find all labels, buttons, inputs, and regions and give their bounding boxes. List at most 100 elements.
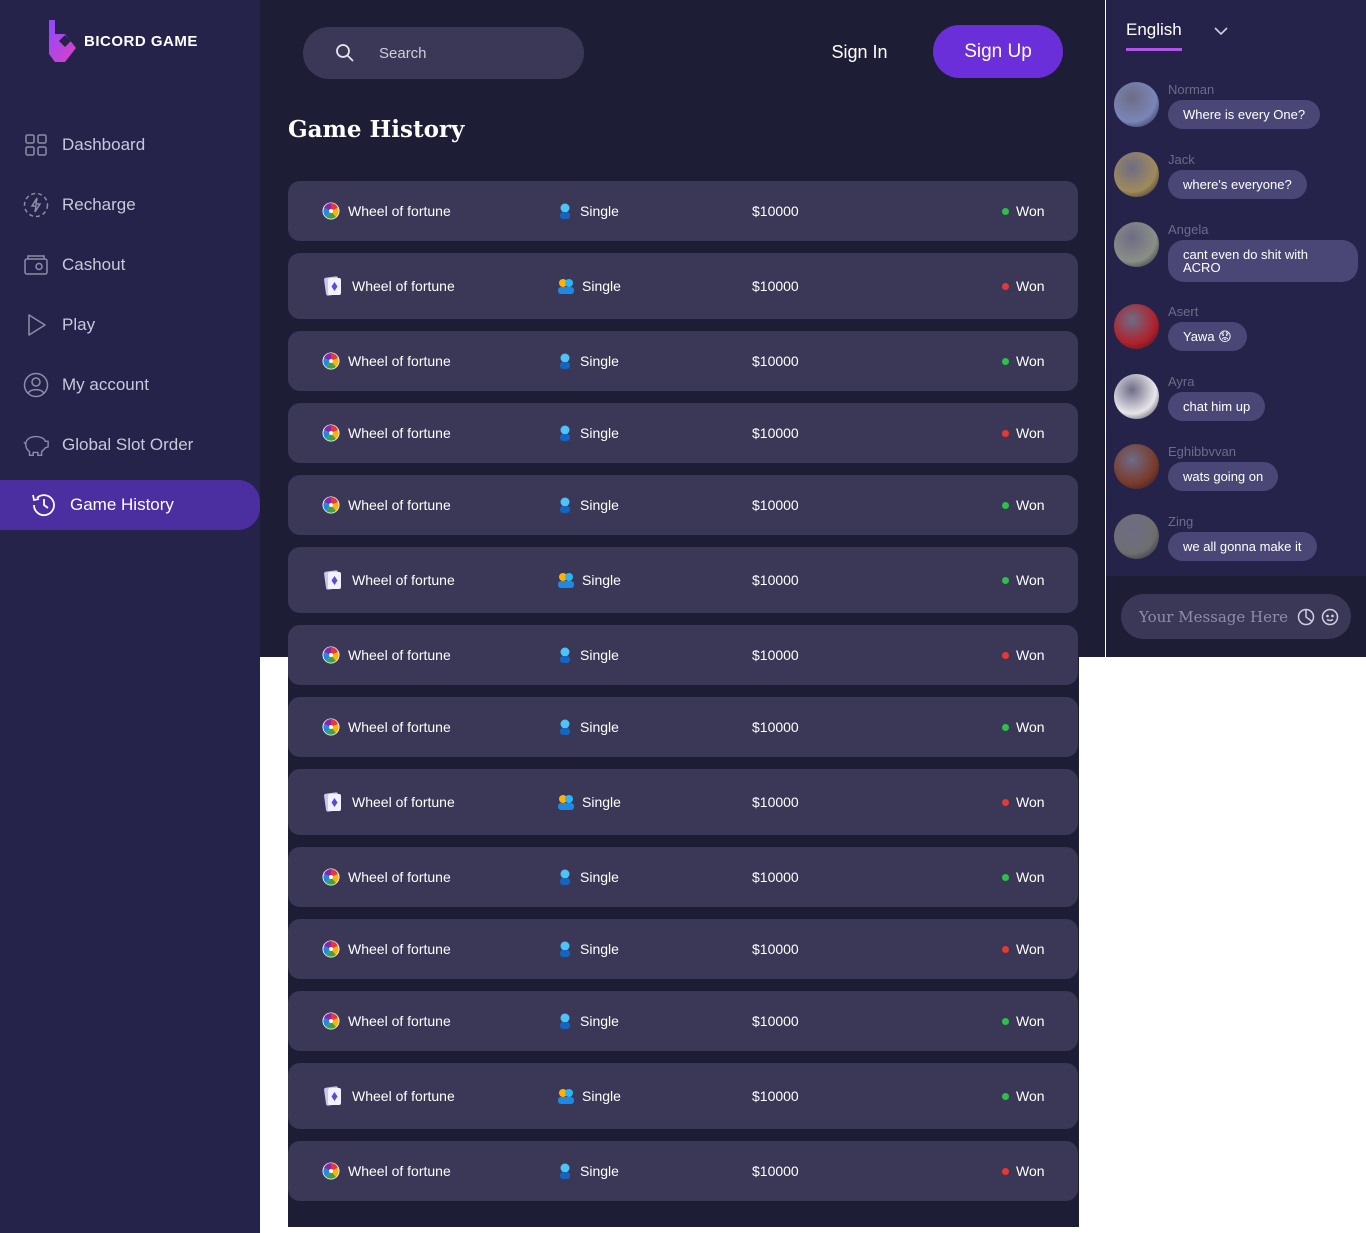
table-row[interactable]: Wheel of fortune Single $10000 Won: [288, 331, 1078, 391]
players-icon: [558, 573, 574, 588]
language-select[interactable]: English: [1126, 20, 1182, 51]
avatar[interactable]: [1114, 152, 1159, 197]
amount: $10000: [752, 719, 799, 735]
amount: $10000: [752, 941, 799, 957]
table-row[interactable]: Wheel of fortune Single $10000 Won: [288, 547, 1078, 613]
game-name: Wheel of fortune: [348, 719, 451, 735]
sidebar-item-recharge[interactable]: Recharge: [0, 180, 260, 230]
status-dot: [1002, 501, 1009, 509]
page-title: Game History: [288, 116, 465, 143]
chat-bubble: we all gonna make it: [1168, 532, 1317, 561]
clock-icon[interactable]: [1297, 608, 1315, 626]
chat-input-box[interactable]: [1121, 594, 1351, 639]
amount-cell: $10000: [752, 919, 799, 979]
table-row[interactable]: Wheel of fortune Single $10000 Won: [288, 181, 1078, 241]
status-cell: Won: [1002, 991, 1045, 1051]
player-icon: [560, 647, 570, 663]
brand-logo[interactable]: BICORD GAME: [46, 18, 198, 64]
amount: $10000: [752, 1163, 799, 1179]
status-cell: Won: [1002, 331, 1045, 391]
status-dot: [1002, 207, 1009, 215]
sidebar-item-game-history[interactable]: Game History: [0, 480, 260, 530]
status-dot: [1002, 945, 1009, 953]
game-cell: Wheel of fortune: [322, 181, 451, 241]
player-icon: [560, 1163, 570, 1179]
amount: $10000: [752, 497, 799, 513]
status-cell: Won: [1002, 547, 1045, 613]
chat-message-input[interactable]: [1137, 606, 1291, 627]
chat-bubble: Where is every One?: [1168, 100, 1321, 129]
status-cell: Won: [1002, 697, 1045, 757]
avatar[interactable]: [1114, 222, 1159, 267]
type-cell: Single: [556, 475, 619, 535]
chat-bubble: cant even do shit with ACRO: [1168, 240, 1358, 282]
history-icon: [30, 491, 58, 519]
status-cell: Won: [1002, 475, 1045, 535]
sidebar-item-label: Game History: [70, 495, 174, 514]
search-input[interactable]: [377, 43, 561, 63]
status-cell: Won: [1002, 847, 1045, 907]
players-icon: [558, 1089, 574, 1104]
sidebar-item-label: My account: [62, 375, 149, 394]
table-row[interactable]: Wheel of fortune Single $10000 Won: [288, 697, 1078, 757]
avatar[interactable]: [1114, 514, 1159, 559]
chat-username: Ayra: [1168, 374, 1195, 389]
search-bar[interactable]: [303, 27, 584, 79]
status-text: Won: [1016, 647, 1045, 663]
chevron-down-icon[interactable]: [1214, 26, 1228, 36]
sidebar-item-cashout[interactable]: Cashout: [0, 240, 260, 290]
status-cell: Won: [1002, 919, 1045, 979]
sidebar-item-label: Cashout: [62, 255, 126, 274]
status-dot: [1002, 282, 1009, 290]
status-text: Won: [1016, 1088, 1045, 1104]
game-cell: Wheel of fortune: [322, 769, 455, 835]
amount-cell: $10000: [752, 697, 799, 757]
table-row[interactable]: Wheel of fortune Single $10000 Won: [288, 991, 1078, 1051]
status-cell: Won: [1002, 403, 1045, 463]
avatar[interactable]: [1114, 304, 1159, 349]
status-cell: Won: [1002, 1141, 1045, 1201]
status-text: Won: [1016, 203, 1045, 219]
cards-icon: [324, 792, 341, 812]
status-dot: [1002, 357, 1009, 365]
game-name: Wheel of fortune: [348, 1163, 451, 1179]
sidebar-item-dashboard[interactable]: Dashboard: [0, 120, 260, 170]
table-row[interactable]: Wheel of fortune Single $10000 Won: [288, 403, 1078, 463]
status-dot: [1002, 651, 1009, 659]
table-row[interactable]: Wheel of fortune Single $10000 Won: [288, 847, 1078, 907]
status-text: Won: [1016, 425, 1045, 441]
game-name: Wheel of fortune: [348, 353, 451, 369]
game-type: Single: [580, 425, 619, 441]
table-row[interactable]: Wheel of fortune Single $10000 Won: [288, 253, 1078, 319]
table-row[interactable]: Wheel of fortune Single $10000 Won: [288, 769, 1078, 835]
game-type: Single: [582, 1088, 621, 1104]
wheel-icon: [322, 1012, 340, 1030]
avatar[interactable]: [1114, 82, 1159, 127]
sidebar-item-my-account[interactable]: My account: [0, 360, 260, 410]
chat-username: Zing: [1168, 514, 1194, 529]
player-icon: [560, 1013, 570, 1029]
table-row[interactable]: Wheel of fortune Single $10000 Won: [288, 919, 1078, 979]
avatar[interactable]: [1114, 444, 1159, 489]
sidebar-item-global-slot-order[interactable]: Global Slot Order: [0, 420, 260, 470]
amount-cell: $10000: [752, 991, 799, 1051]
table-row[interactable]: Wheel of fortune Single $10000 Won: [288, 1063, 1078, 1129]
cards-icon: [324, 570, 341, 590]
table-row[interactable]: Wheel of fortune Single $10000 Won: [288, 475, 1078, 535]
amount-cell: $10000: [752, 403, 799, 463]
game-type: Single: [580, 1163, 619, 1179]
user-icon: [22, 371, 50, 399]
game-cell: Wheel of fortune: [322, 253, 455, 319]
table-row[interactable]: Wheel of fortune Single $10000 Won: [288, 1141, 1078, 1201]
game-cell: Wheel of fortune: [322, 403, 451, 463]
emoji-icon[interactable]: [1321, 608, 1339, 626]
status-text: Won: [1016, 941, 1045, 957]
avatar[interactable]: [1114, 374, 1159, 419]
game-type: Single: [580, 719, 619, 735]
table-row[interactable]: Wheel of fortune Single $10000 Won: [288, 625, 1078, 685]
type-cell: Single: [556, 181, 619, 241]
sidebar-item-play[interactable]: Play: [0, 300, 260, 350]
sign-in-button[interactable]: Sign In: [812, 38, 907, 66]
sign-up-button[interactable]: Sign Up: [933, 25, 1063, 78]
game-name: Wheel of fortune: [348, 869, 451, 885]
